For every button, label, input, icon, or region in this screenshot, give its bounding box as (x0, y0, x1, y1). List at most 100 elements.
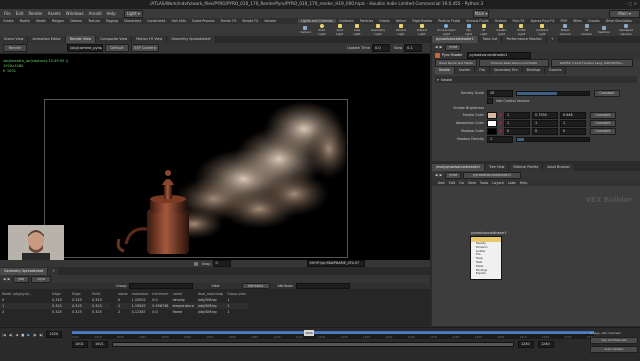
table-row[interactable]: 2 0.325 0.325 0.325 (0, 309, 110, 315)
attribute-field[interactable] (295, 283, 350, 289)
shelf-tab-constraints[interactable]: Constraints (144, 19, 168, 23)
menu-assets[interactable]: Assets (48, 11, 61, 16)
shadow-mode-button[interactable]: Constant (589, 127, 616, 135)
snap-name-field[interactable]: SHOP:/ipr/SNAPNAME_0F4.07 (306, 260, 365, 267)
shelf-tab-grains[interactable]: Grains (376, 19, 392, 23)
subtab-secondary-fire[interactable]: Secondary Fire (489, 67, 523, 74)
net-forward-icon[interactable]: ▶ (440, 173, 443, 177)
tab-geo-spreadsheet[interactable]: Geometry Spreadsheet (0, 268, 49, 275)
read-name-tab[interactable]: Read Name and Fields (435, 59, 477, 67)
tab-add[interactable]: + (48, 268, 61, 275)
color-wheel-icon[interactable]: ◉ (499, 113, 502, 117)
tab-scene-view[interactable]: Scene View (0, 36, 29, 43)
auto-update-button[interactable]: Auto Update (590, 346, 638, 353)
jump-start-icon[interactable]: |◀ (2, 333, 6, 337)
tool-camera[interactable]: Camera (298, 26, 313, 34)
shelf-tab-particle-fluids[interactable]: Particle Fluids (435, 19, 463, 23)
shelf-tab-modify[interactable]: Modify (17, 19, 34, 23)
shelf-tab-hair-utils[interactable]: Hair Utils (168, 19, 189, 23)
tab-performance-monitor[interactable]: Performance Monitor (502, 36, 547, 43)
shadow-b[interactable]: 0 (559, 127, 586, 135)
tab-animation-editor[interactable]: Animation Editor (28, 36, 66, 43)
menu-help[interactable]: Help (107, 11, 116, 16)
absorption-wheel-icon[interactable]: ◉ (499, 121, 502, 125)
camera-field[interactable]: /obj/camera_pyro/... (67, 44, 103, 52)
timeline-cursor[interactable]: 1020 (304, 330, 314, 336)
shadow-r[interactable]: 0 (503, 127, 530, 135)
tool-ambient-light[interactable]: Ambient Light (531, 24, 553, 36)
menu-arnold[interactable]: Arnold (89, 11, 102, 16)
shelf-tab-oceans[interactable]: Oceans (492, 19, 510, 23)
density-mode-button[interactable]: Constant (594, 89, 620, 97)
tab-take-list[interactable]: Take List (478, 36, 503, 43)
range-end2-field[interactable]: 1240 (518, 340, 534, 348)
smoke-color-mode-button[interactable]: Constant (589, 111, 616, 119)
range-start-field[interactable]: 1001 (72, 340, 88, 348)
shelf-tab-particles[interactable]: Particles (357, 19, 376, 23)
net-menu-go[interactable]: Go (459, 181, 464, 185)
smoke-color-b[interactable]: 0.646 (559, 111, 586, 119)
net-path-node[interactable]: pyroadvancedshader1 (463, 171, 522, 179)
step-back-icon[interactable]: ◀| (9, 333, 13, 337)
shelf-tab-guide-process[interactable]: Guide Process (189, 19, 217, 23)
shelf-tab-fem[interactable]: FEM (557, 19, 570, 23)
shelf-tab-volume[interactable]: Volume (261, 19, 279, 23)
net-menu-help[interactable]: Help (520, 181, 528, 185)
shelf-main-dropdown[interactable]: Main ▾ (609, 9, 640, 18)
shadow-density-slider[interactable] (516, 136, 590, 142)
shelf-tab-create[interactable]: Create (0, 19, 17, 23)
path-root[interactable]: /obj (13, 275, 30, 283)
jump-end-icon[interactable]: ▶| (40, 333, 44, 337)
tab-render-view[interactable]: Render View (65, 36, 97, 43)
control-volume-checkbox[interactable] (487, 97, 493, 104)
absorption-swatch[interactable] (487, 119, 497, 127)
snap-field[interactable]: 0 (212, 260, 231, 267)
tool-spot-light[interactable]: Spot Light (331, 24, 348, 36)
shelf-tab-collisions[interactable]: Collisions (336, 19, 357, 23)
shelf-tab-model[interactable]: Model (33, 19, 49, 23)
mode-dropdown[interactable]: Default (105, 44, 129, 52)
current-frame-field[interactable]: 1020 (46, 331, 63, 338)
shelf-tab-viscous-fluids[interactable]: Viscous Fluids (463, 19, 491, 23)
shelf-tab-wires[interactable]: Wires (570, 19, 585, 23)
render-button[interactable]: Render (3, 44, 27, 52)
absorption-g[interactable]: 1 (531, 119, 558, 127)
menu-render[interactable]: Render (28, 11, 42, 16)
range-start2-field[interactable]: 1001 (92, 340, 108, 348)
tool-distant-light[interactable]: Distant Light (411, 24, 432, 36)
camera-dropdown[interactable]: SSP Camera (131, 44, 159, 52)
net-menu-add[interactable]: Add (438, 181, 445, 185)
absorption-r[interactable]: 1 (503, 119, 530, 127)
tool-gi-light[interactable]: GI Light (477, 24, 491, 36)
raphic-tab[interactable]: RAPHIC 3.14.0 Houdini Lang. SOP/VR/Hip..… (551, 59, 633, 67)
play-icon[interactable]: ▶ (27, 333, 30, 337)
subtab-exports[interactable]: Exports (545, 67, 567, 74)
shader-name-field[interactable]: pyroadvancedshader1 (466, 51, 531, 59)
step-forward-icon[interactable]: |▶ (33, 333, 37, 337)
menu-windows[interactable]: Windows (66, 11, 84, 16)
tool-gamepad-camera[interactable]: Gamepad Camera (612, 24, 640, 36)
group-field[interactable] (129, 283, 194, 289)
smoke-color-g[interactable]: 0.7935 (531, 111, 558, 119)
shadow-wheel-icon[interactable]: ◉ (499, 129, 502, 133)
shelf-tab-sparse-pyro[interactable]: Sparse Pyro FX (527, 19, 557, 23)
desktop-dropdown[interactable]: Light ▾ (123, 9, 143, 18)
shader-node[interactable]: pyroadvancedshader1 Density Emission Sca… (470, 231, 507, 280)
range-slider[interactable] (112, 341, 514, 347)
subtab-smoke[interactable]: Smoke (435, 67, 455, 74)
tool-caustic-light[interactable]: Caustic Light (491, 24, 512, 36)
tab-motion-fx-view[interactable]: Motion FX View (132, 36, 168, 43)
density-slider[interactable] (516, 90, 590, 96)
tool-portal-light[interactable]: Portal Light (512, 24, 531, 36)
menu-file[interactable]: File (4, 11, 11, 16)
tab-asset-browser[interactable]: Asset Browser (543, 164, 575, 171)
main-dropdown[interactable]: Main ▾ (472, 9, 490, 18)
shelf-tab-crowds[interactable]: Crowds (585, 19, 603, 23)
tab-material-palette[interactable]: Material Palette (509, 164, 544, 171)
lock-icon[interactable] (194, 261, 198, 266)
density-field[interactable]: 20 (487, 89, 513, 97)
shadow-g[interactable]: 0 (531, 127, 558, 135)
tab-tree-view[interactable]: Tree View (485, 164, 510, 171)
back-icon[interactable]: ◀ (3, 277, 6, 281)
shelf-tab-simple-fx[interactable]: Simple FX (239, 19, 261, 23)
